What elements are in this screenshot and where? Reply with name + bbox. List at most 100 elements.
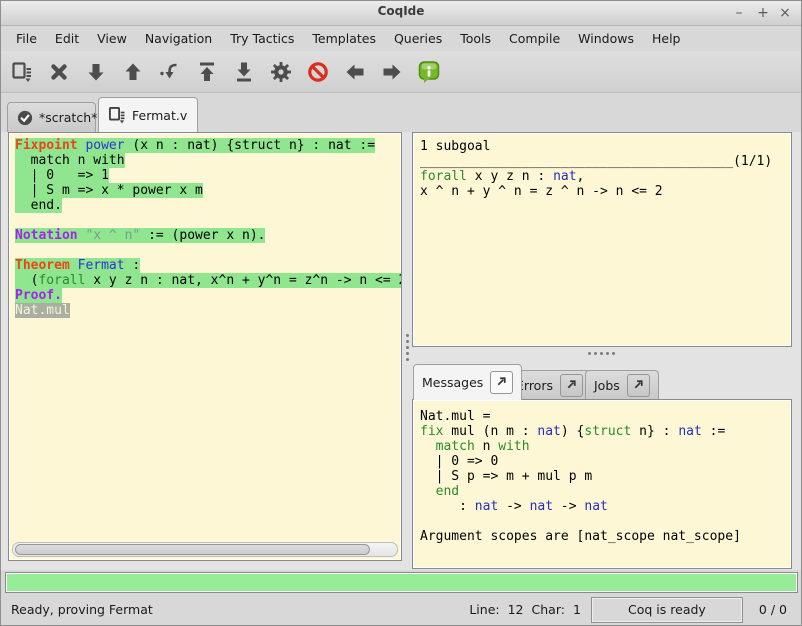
goals-panel[interactable]: 1 subgoal_______________________________… bbox=[412, 132, 792, 347]
forward-one-button[interactable] bbox=[83, 59, 109, 85]
detach-arrow-icon bbox=[565, 378, 578, 394]
go-to-cursor-button[interactable] bbox=[157, 59, 183, 85]
window-title: CoqIde bbox=[1, 4, 801, 18]
preferences-button[interactable] bbox=[268, 59, 294, 85]
main-area: Fixpoint power (x n : nat) {struct n} : … bbox=[1, 132, 801, 570]
code-line: | S m => x * power x m bbox=[15, 183, 399, 198]
code-line bbox=[15, 213, 399, 228]
next-button[interactable] bbox=[379, 59, 405, 85]
tab-label: Fermat.v bbox=[132, 108, 187, 123]
menu-view[interactable]: View bbox=[88, 28, 136, 49]
stop-prohibited-icon bbox=[306, 60, 330, 84]
code-line: Nat.mul bbox=[15, 303, 399, 318]
code-line bbox=[420, 514, 789, 529]
tab-label: Jobs bbox=[594, 378, 620, 393]
status-message: Ready, proving Fermat bbox=[11, 602, 153, 617]
script-editor[interactable]: Fixpoint power (x n : nat) {struct n} : … bbox=[8, 132, 402, 561]
coq-status-text: Coq is ready bbox=[628, 602, 706, 617]
save-button[interactable] bbox=[9, 59, 35, 85]
title-bar[interactable]: CoqIde – + × bbox=[1, 1, 801, 26]
arrow-left-icon bbox=[343, 60, 367, 84]
close-button[interactable]: × bbox=[775, 3, 795, 23]
arrow-down-icon bbox=[84, 60, 108, 84]
code-line: Nat.mul = bbox=[420, 409, 789, 424]
interrupt-button[interactable] bbox=[305, 59, 331, 85]
detach-button[interactable] bbox=[560, 374, 583, 397]
close-x-icon bbox=[47, 60, 71, 84]
messages-tab-bar: Messages Errors Jobs bbox=[412, 363, 792, 400]
goal-text: 1 subgoal_______________________________… bbox=[420, 139, 789, 199]
menu-edit[interactable]: Edit bbox=[46, 28, 88, 49]
horizontal-scrollbar[interactable] bbox=[12, 542, 398, 557]
menu-tools[interactable]: Tools bbox=[451, 28, 500, 49]
tab-scratch[interactable]: *scratch* bbox=[7, 102, 96, 132]
script-code[interactable]: Fixpoint power (x n : nat) {struct n} : … bbox=[15, 138, 399, 318]
backward-one-button[interactable] bbox=[120, 59, 146, 85]
toolbar bbox=[1, 51, 801, 93]
close-buffer-button[interactable] bbox=[46, 59, 72, 85]
menu-templates[interactable]: Templates bbox=[303, 28, 385, 49]
menu-file[interactable]: File bbox=[7, 28, 46, 49]
horizontal-pane-splitter[interactable] bbox=[412, 348, 792, 360]
detach-button[interactable] bbox=[490, 371, 513, 394]
minimize-button[interactable]: – bbox=[729, 3, 749, 23]
code-line: Fixpoint power (x n : nat) {struct n} : … bbox=[15, 138, 399, 153]
line-label: Line: bbox=[469, 602, 499, 617]
go-to-end-button[interactable] bbox=[231, 59, 257, 85]
code-line: | S p => m + mul p m bbox=[420, 469, 789, 484]
scrollbar-thumb[interactable] bbox=[15, 544, 370, 555]
messages-panel[interactable]: Nat.mul =fix mul (n m : nat) {struct n} … bbox=[412, 399, 792, 569]
char-label: Char: bbox=[532, 602, 565, 617]
detach-button[interactable] bbox=[627, 374, 650, 397]
check-circle-icon bbox=[16, 109, 34, 127]
status-bar: Ready, proving Fermat Line: 12 Char: 1 C… bbox=[1, 594, 801, 625]
code-line: 1 subgoal bbox=[420, 139, 789, 154]
code-line: Notation "x ^ n" := (power x n). bbox=[15, 228, 399, 243]
go-to-cursor-icon bbox=[158, 60, 182, 84]
about-button[interactable] bbox=[416, 59, 442, 85]
arrow-right-icon bbox=[380, 60, 404, 84]
vertical-pane-splitter[interactable] bbox=[403, 132, 412, 561]
coq-status-box: Coq is ready bbox=[591, 597, 743, 623]
editor-tab-bar: *scratch* Fermat.v bbox=[1, 93, 801, 132]
progress-bar bbox=[5, 572, 798, 593]
coqide-window: CoqIde – + × File Edit View Navigation T… bbox=[0, 0, 802, 626]
code-line: match n with bbox=[15, 153, 399, 168]
code-line: end bbox=[420, 484, 789, 499]
code-line: x ^ n + y ^ n = z ^ n -> n <= 2 bbox=[420, 184, 789, 199]
code-line: match n with bbox=[420, 439, 789, 454]
code-line bbox=[15, 243, 399, 258]
char-value: 1 bbox=[573, 602, 581, 617]
menu-compile[interactable]: Compile bbox=[500, 28, 569, 49]
gear-icon bbox=[269, 60, 293, 84]
code-line: | 0 => 0 bbox=[420, 454, 789, 469]
code-line: ________________________________________… bbox=[420, 154, 789, 169]
detach-arrow-icon bbox=[632, 378, 645, 394]
code-line: fix mul (n m : nat) {struct n} : nat := bbox=[420, 424, 789, 439]
info-bubble-icon bbox=[417, 60, 441, 84]
arrow-down-bar-icon bbox=[232, 60, 256, 84]
arrow-up-bar-icon bbox=[195, 60, 219, 84]
tab-messages[interactable]: Messages bbox=[413, 364, 522, 400]
save-page-icon bbox=[107, 105, 127, 125]
previous-button[interactable] bbox=[342, 59, 368, 85]
messages-text: Nat.mul =fix mul (n m : nat) {struct n} … bbox=[420, 409, 789, 544]
detach-arrow-icon bbox=[495, 375, 508, 391]
tab-label: *scratch* bbox=[39, 110, 97, 125]
menu-windows[interactable]: Windows bbox=[569, 28, 643, 49]
menu-queries[interactable]: Queries bbox=[385, 28, 451, 49]
jobs-count: 0 / 0 bbox=[759, 602, 787, 617]
line-value: 12 bbox=[508, 602, 524, 617]
save-icon bbox=[10, 60, 34, 84]
menu-bar: File Edit View Navigation Try Tactics Te… bbox=[1, 26, 801, 51]
tab-jobs[interactable]: Jobs bbox=[585, 370, 659, 400]
menu-help[interactable]: Help bbox=[643, 28, 690, 49]
maximize-button[interactable]: + bbox=[753, 3, 773, 23]
go-to-start-button[interactable] bbox=[194, 59, 220, 85]
menu-try-tactics[interactable]: Try Tactics bbox=[221, 28, 303, 49]
code-line: | 0 => 1 bbox=[15, 168, 399, 183]
code-line: : nat -> nat -> nat bbox=[420, 499, 789, 514]
code-line: forall x y z n : nat, bbox=[420, 169, 789, 184]
tab-fermat[interactable]: Fermat.v bbox=[98, 97, 198, 132]
menu-navigation[interactable]: Navigation bbox=[136, 28, 221, 49]
